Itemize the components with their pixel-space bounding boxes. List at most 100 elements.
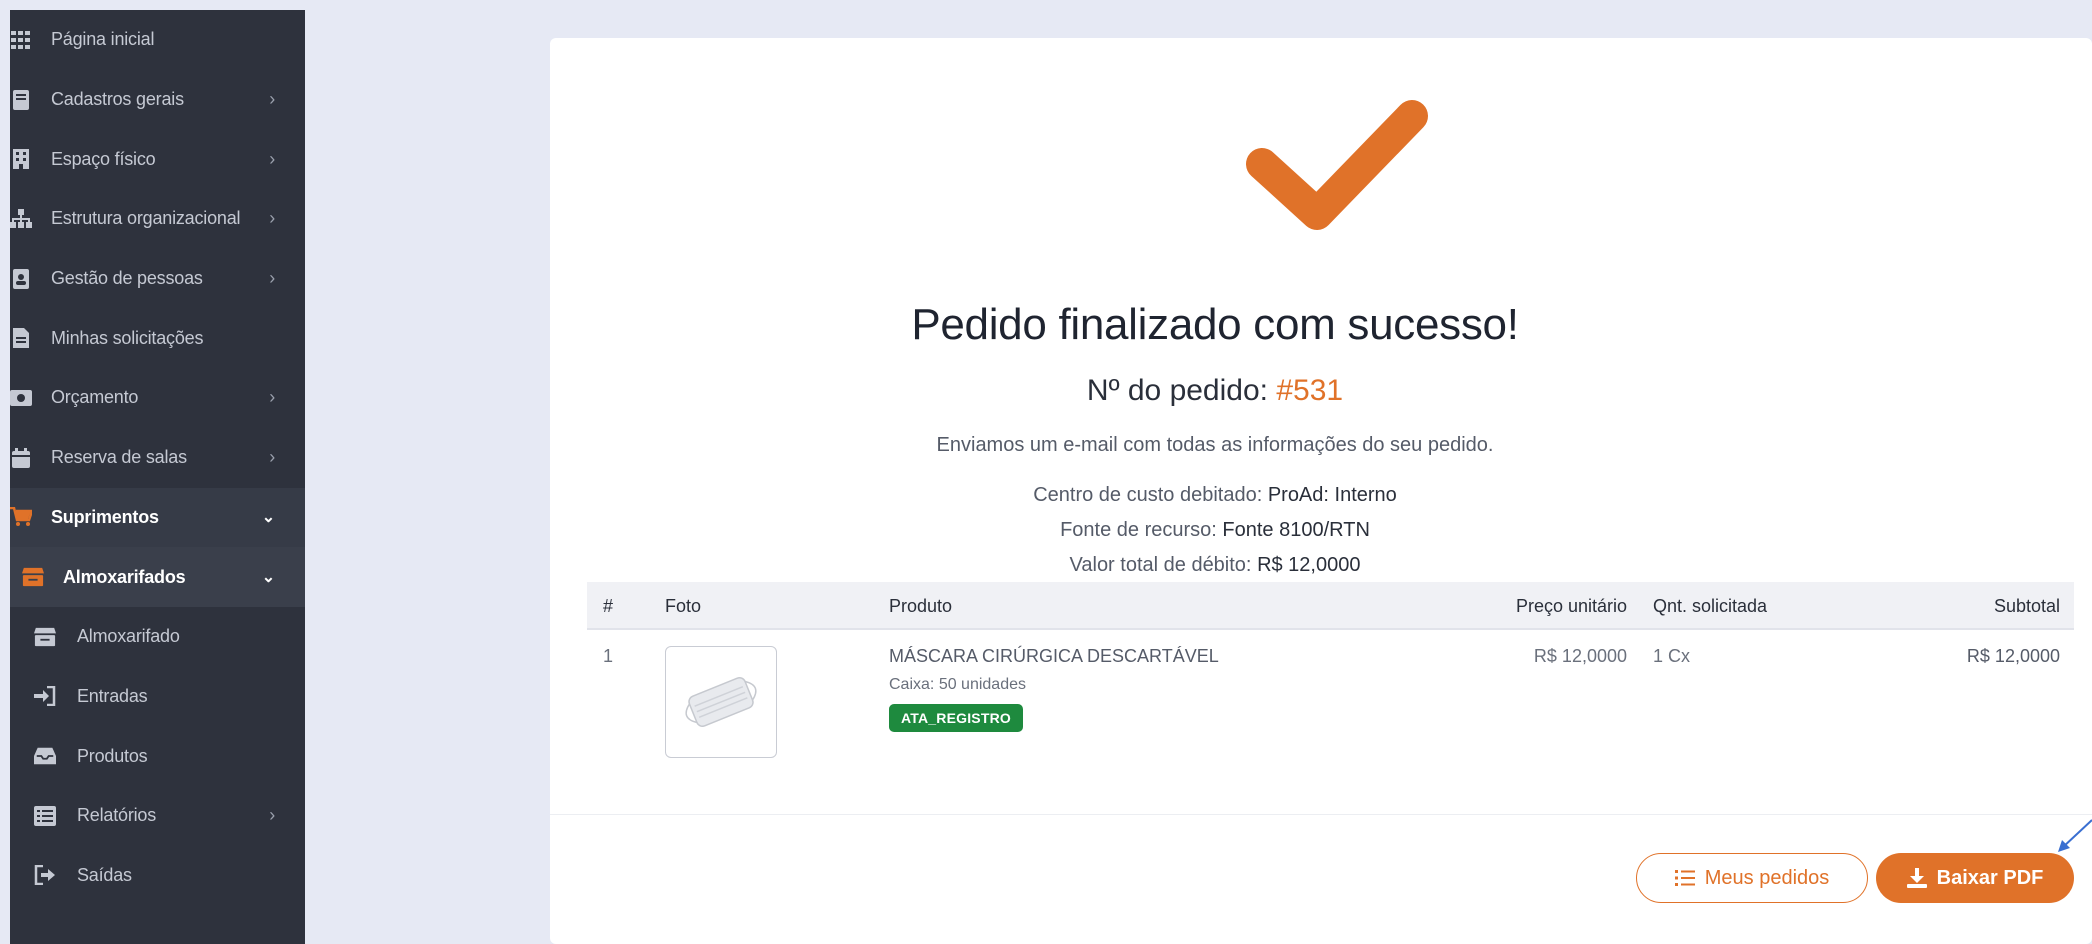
row-subtotal: R$ 12,0000 [1966, 646, 2060, 666]
qty-requested: 1 Cx [1653, 646, 1691, 666]
sidebar-item-relatorios[interactable]: Relatórios › [10, 786, 305, 846]
sidebar-item-label: Cadastros gerais [51, 89, 184, 110]
chevron-right-icon: › [269, 208, 275, 229]
sidebar-item-cadastros-gerais[interactable]: Cadastros gerais › [10, 70, 305, 130]
col-header-subtotal: Subtotal [1993, 596, 2060, 616]
product-box-info: Caixa: 50 unidades [889, 676, 1026, 694]
address-book-icon [10, 268, 32, 290]
chevron-down-icon: ⌄ [261, 569, 275, 587]
sidebar-item-espaco-fisico[interactable]: Espaço físico › [10, 129, 305, 189]
grid-icon [10, 29, 32, 51]
box-label: Caixa: [889, 676, 935, 693]
download-pdf-label: Baixar PDF [1936, 866, 2044, 889]
sidebar-item-label: Saídas [77, 864, 132, 885]
cost-center-value: ProAd: Interno [1267, 484, 1397, 506]
chevron-right-icon: › [269, 268, 275, 289]
sidebar-item-label: Página inicial [51, 29, 155, 50]
chevron-down-icon: ⌄ [261, 509, 275, 527]
sidebar-item-produtos[interactable]: Produtos [10, 726, 305, 786]
sidebar-item-pagina-inicial[interactable]: Página inicial [10, 10, 305, 70]
sidebar-item-saidas[interactable]: Saídas [10, 846, 305, 906]
sign-out-icon [34, 864, 56, 886]
chevron-right-icon: › [269, 447, 275, 468]
order-confirmation-card: Pedido finalizado com sucesso! Nº do ped… [550, 38, 2092, 944]
table-row: 1 MÁSCARA CIRÚRGICA DESCARTÁVEL Caixa: 5… [587, 632, 2074, 792]
divider [550, 814, 2092, 815]
list-icon [1674, 869, 1695, 887]
chevron-right-icon: › [269, 148, 275, 169]
sidebar-item-label: Orçamento [51, 387, 139, 408]
order-number-line: Nº do pedido: #531 [550, 374, 1880, 408]
sidebar-item-label: Relatórios [77, 805, 157, 826]
sidebar-item-label: Almoxarifados [63, 566, 186, 587]
status-badge: ATA_REGISTRO [889, 704, 1023, 732]
inbox-icon [34, 745, 56, 767]
sidebar-item-label: Entradas [77, 685, 148, 706]
col-header-num: # [603, 596, 614, 616]
sidebar-item-label: Estrutura organizacional [51, 208, 241, 229]
product-name: MÁSCARA CIRÚRGICA DESCARTÁVEL [889, 646, 1219, 666]
file-icon [10, 327, 32, 349]
book-icon [10, 89, 32, 111]
mask-image-icon [685, 676, 757, 728]
sidebar: Página inicial Cadastros gerais › Espaço… [10, 10, 305, 944]
sitemap-icon [10, 208, 32, 230]
sidebar-item-label: Minhas solicitações [51, 327, 204, 348]
total-debit-label: Valor total de débito: [1069, 554, 1252, 576]
sidebar-item-almoxarifado[interactable]: Almoxarifado [10, 607, 305, 667]
sidebar-item-label: Suprimentos [51, 506, 159, 527]
warehouse-icon [22, 566, 44, 588]
order-number-label: Nº do pedido: [1086, 374, 1268, 407]
col-header-product: Produto [889, 596, 953, 616]
list-icon [34, 805, 56, 827]
cost-center-line: Centro de custo debitado: ProAd: Interno [550, 484, 1880, 507]
top-strip [0, 0, 2092, 10]
sidebar-item-estrutura-organizacional[interactable]: Estrutura organizacional › [10, 189, 305, 249]
order-number: #531 [1276, 374, 1344, 407]
table-header: # Foto Produto Preço unitário Qnt. solic… [587, 582, 2074, 630]
chevron-right-icon: › [269, 89, 275, 110]
sidebar-item-label: Produtos [77, 745, 148, 766]
sidebar-item-label: Almoxarifado [77, 626, 180, 647]
sidebar-item-orcamento[interactable]: Orçamento › [10, 368, 305, 428]
col-header-photo: Foto [665, 596, 702, 616]
checkmark-icon [1242, 94, 1432, 239]
resource-label: Fonte de recurso: [1060, 519, 1217, 541]
sidebar-item-gestao-de-pessoas[interactable]: Gestão de pessoas › [10, 249, 305, 309]
left-strip [0, 0, 10, 944]
total-debit-value: R$ 12,0000 [1257, 554, 1361, 576]
resource-line: Fonte de recurso: Fonte 8100/RTN [550, 519, 1880, 542]
calendar-icon [10, 447, 32, 469]
total-debit-line: Valor total de débito: R$ 12,0000 [550, 554, 1880, 577]
product-photo[interactable] [665, 646, 777, 758]
cart-icon [10, 506, 32, 528]
cost-center-label: Centro de custo debitado: [1033, 484, 1263, 506]
sidebar-item-entradas[interactable]: Entradas [10, 667, 305, 727]
sidebar-item-almoxarifados[interactable]: Almoxarifados ⌄ [10, 547, 305, 607]
download-pdf-button[interactable]: Baixar PDF [1876, 853, 2074, 903]
sidebar-item-reserva-de-salas[interactable]: Reserva de salas › [10, 428, 305, 488]
my-orders-label: Meus pedidos [1704, 866, 1830, 889]
row-num: 1 [603, 646, 614, 666]
my-orders-button[interactable]: Meus pedidos [1636, 853, 1868, 903]
sidebar-item-label: Reserva de salas [51, 447, 187, 468]
chevron-right-icon: › [269, 387, 275, 408]
sidebar-item-label: Espaço físico [51, 148, 156, 169]
money-icon [10, 387, 32, 409]
sidebar-item-minhas-solicitacoes[interactable]: Minhas solicitações [10, 308, 305, 368]
download-icon [1906, 868, 1927, 888]
col-header-unit-price: Preço unitário [1515, 596, 1627, 616]
sidebar-item-label: Gestão de pessoas [51, 268, 203, 289]
col-header-qty: Qnt. solicitada [1653, 596, 1768, 616]
email-message: Enviamos um e-mail com todas as informaç… [936, 434, 1494, 456]
resource-value: Fonte 8100/RTN [1222, 519, 1370, 541]
unit-price: R$ 12,0000 [1533, 646, 1627, 666]
building-icon [10, 148, 32, 170]
annotation-arrow-icon [2058, 818, 2092, 857]
page-title: Pedido finalizado com sucesso! [911, 300, 1519, 349]
box-value: 50 unidades [938, 676, 1026, 693]
sign-in-icon [34, 685, 56, 707]
warehouse-icon [34, 626, 56, 648]
sidebar-item-suprimentos[interactable]: Suprimentos ⌄ [10, 487, 305, 548]
chevron-right-icon: › [269, 805, 275, 826]
